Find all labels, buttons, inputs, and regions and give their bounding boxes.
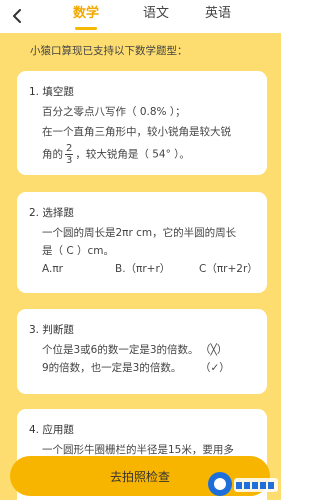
card-fill-in: 1. 填空题 百分之零点八写作（ 0.8% ）； 在一个直角三角形中，较小锐角是… [17, 71, 267, 175]
card-title: 2. 选择题 [29, 207, 74, 219]
tab-math[interactable]: 数学 [71, 6, 101, 22]
question-line: 9的倍数，也一定是3的倍数。 [42, 362, 182, 374]
card-title: 4. 应用题 [29, 424, 74, 436]
question-line: 一个圆的周长是2πr cm，它的半圆的周长 [42, 227, 237, 239]
question-line: 个位是3或6的数一定是3的倍数。 [42, 344, 199, 356]
fraction: 23 [65, 143, 74, 166]
card-judge: 3. 判断题 个位是3或6的数一定是3的倍数。 （╳） 9的倍数，也一定是3的倍… [17, 309, 267, 394]
tab-chinese[interactable]: 语文 [141, 6, 171, 22]
chevron-left-icon [13, 9, 21, 23]
tab-english[interactable]: 英语 [203, 6, 233, 22]
question-text: ，较大锐角是（ 54° ）。 [75, 148, 190, 161]
option-b: B.（πr+r） [115, 263, 171, 275]
question-line: 在一个直角三角形中，较小锐角是较大锐 [42, 126, 231, 138]
answer-mark-wrong: （╳） [200, 344, 228, 356]
card-title: 3. 判断题 [29, 324, 74, 336]
question-line: 是（ C ）cm。 [42, 245, 115, 257]
photo-check-button[interactable]: 去拍照检查 [10, 456, 270, 496]
question-line: 角的 2 3 ，较大锐角是（ 54° ）。 [42, 143, 190, 166]
question-text: 角的 [42, 148, 63, 161]
card-choice: 2. 选择题 一个圆的周长是2πr cm，它的半圆的周长 是（ C ）cm。 A… [17, 192, 267, 293]
card-title: 1. 填空题 [29, 86, 74, 98]
fraction-numerator: 2 [65, 143, 74, 155]
active-tab-indicator [75, 27, 97, 30]
option-a: A.πr [42, 263, 63, 275]
main-content: 小猿口算现已支持以下数学题型： 1. 填空题 百分之零点八写作（ 0.8% ）；… [0, 33, 281, 500]
fraction-denominator: 3 [66, 155, 73, 166]
answer-mark-right: （✓） [200, 362, 230, 374]
question-line: 一个圆形牛圈栅栏的半径是15米，要用多 [42, 444, 234, 456]
option-c: C（πr+2r） [199, 263, 258, 275]
intro-text: 小猿口算现已支持以下数学题型： [30, 45, 188, 57]
question-line: 百分之零点八写作（ 0.8% ）； [42, 106, 186, 118]
back-button[interactable] [7, 6, 27, 26]
header-bar: 数学 语文 英语 [0, 0, 281, 33]
